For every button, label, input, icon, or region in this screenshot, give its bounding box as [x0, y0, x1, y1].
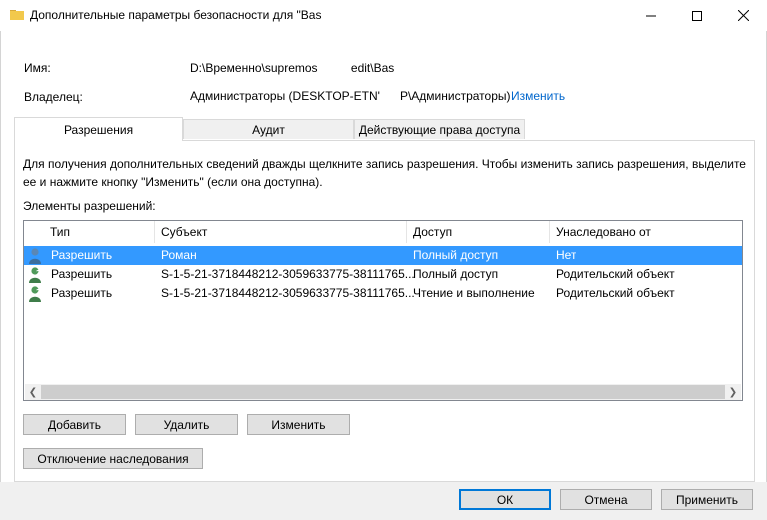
- name-label: Имя:: [24, 61, 51, 75]
- maximize-button[interactable]: [674, 0, 720, 31]
- svg-text:?: ?: [36, 269, 41, 278]
- column-header-inherited[interactable]: Унаследовано от: [550, 221, 742, 243]
- name-value: D:\Временно\supremos edit\Bas: [190, 61, 395, 75]
- folder-icon: [10, 10, 24, 20]
- permissions-list[interactable]: Тип Субъект Доступ Унаследовано от Разре…: [23, 220, 743, 401]
- minimize-button[interactable]: [628, 0, 674, 31]
- svg-text:?: ?: [36, 288, 41, 297]
- cell-access: Полный доступ: [413, 267, 499, 281]
- apply-button[interactable]: Применить: [661, 489, 753, 510]
- horizontal-scrollbar[interactable]: ❮ ❯: [25, 384, 741, 400]
- user-icon: [29, 248, 41, 264]
- tab-effective-access-label: Действующие права доступа: [358, 122, 521, 137]
- tab-permissions[interactable]: Разрешения: [14, 117, 183, 141]
- cancel-button[interactable]: Отмена: [560, 489, 652, 510]
- tab-audit-label: Аудит: [252, 122, 285, 137]
- minimize-icon: [646, 15, 656, 16]
- remove-button[interactable]: Удалить: [135, 414, 238, 435]
- cell-inherited: Нет: [556, 248, 577, 262]
- close-icon: [737, 10, 749, 21]
- description-line-1: Для получения дополнительных сведений дв…: [23, 157, 746, 171]
- unknown-user-icon: ?: [29, 267, 41, 283]
- ok-button[interactable]: ОК: [459, 489, 551, 510]
- cell-type: Разрешить: [51, 248, 113, 262]
- unknown-user-icon: ?: [29, 286, 41, 302]
- close-button[interactable]: [720, 0, 766, 31]
- window-title: Дополнительные параметры безопасности дл…: [30, 8, 322, 22]
- maximize-icon: [692, 10, 702, 21]
- change-owner-link[interactable]: Изменить: [511, 89, 565, 103]
- table-row[interactable]: ? Разрешить S-1-5-21-3718448212-30596337…: [24, 284, 742, 303]
- column-header-type[interactable]: Тип: [44, 221, 155, 243]
- edit-button[interactable]: Изменить: [247, 414, 350, 435]
- owner-value: Администраторы (DESKTOP-ETN' P\Администр…: [190, 89, 511, 103]
- scroll-left-icon[interactable]: ❮: [25, 384, 41, 400]
- add-button[interactable]: Добавить: [23, 414, 126, 435]
- cell-inherited: Родительский объект: [556, 267, 675, 281]
- scrollbar-thumb[interactable]: [41, 385, 725, 399]
- cell-type: Разрешить: [51, 286, 113, 300]
- tab-effective-access[interactable]: Действующие права доступа: [354, 119, 525, 139]
- disable-inheritance-button[interactable]: Отключение наследования: [23, 448, 203, 469]
- tab-permissions-label: Разрешения: [63, 122, 134, 137]
- title-bar: Дополнительные параметры безопасности дл…: [0, 0, 767, 31]
- cell-subject: S-1-5-21-3718448212-3059633775-38111765.…: [161, 286, 415, 300]
- table-row[interactable]: ? Разрешить S-1-5-21-3718448212-30596337…: [24, 265, 742, 284]
- description-line-2: ее и нажмите кнопку "Изменить" (если она…: [23, 175, 323, 189]
- column-header-subject[interactable]: Субъект: [155, 221, 407, 243]
- tab-audit[interactable]: Аудит: [183, 119, 354, 139]
- cell-subject: S-1-5-21-3718448212-3059633775-38111765.…: [161, 267, 415, 281]
- cell-type: Разрешить: [51, 267, 113, 281]
- cell-subject: Роман: [161, 248, 197, 262]
- cell-inherited: Родительский объект: [556, 286, 675, 300]
- entries-label: Элементы разрешений:: [23, 199, 156, 213]
- column-header-access[interactable]: Доступ: [407, 221, 550, 243]
- scroll-right-icon[interactable]: ❯: [725, 384, 741, 400]
- owner-label: Владелец:: [24, 90, 83, 104]
- table-row[interactable]: Разрешить Роман Полный доступ Нет: [24, 246, 742, 265]
- cell-access: Чтение и выполнение: [413, 286, 535, 300]
- cell-access: Полный доступ: [413, 248, 499, 262]
